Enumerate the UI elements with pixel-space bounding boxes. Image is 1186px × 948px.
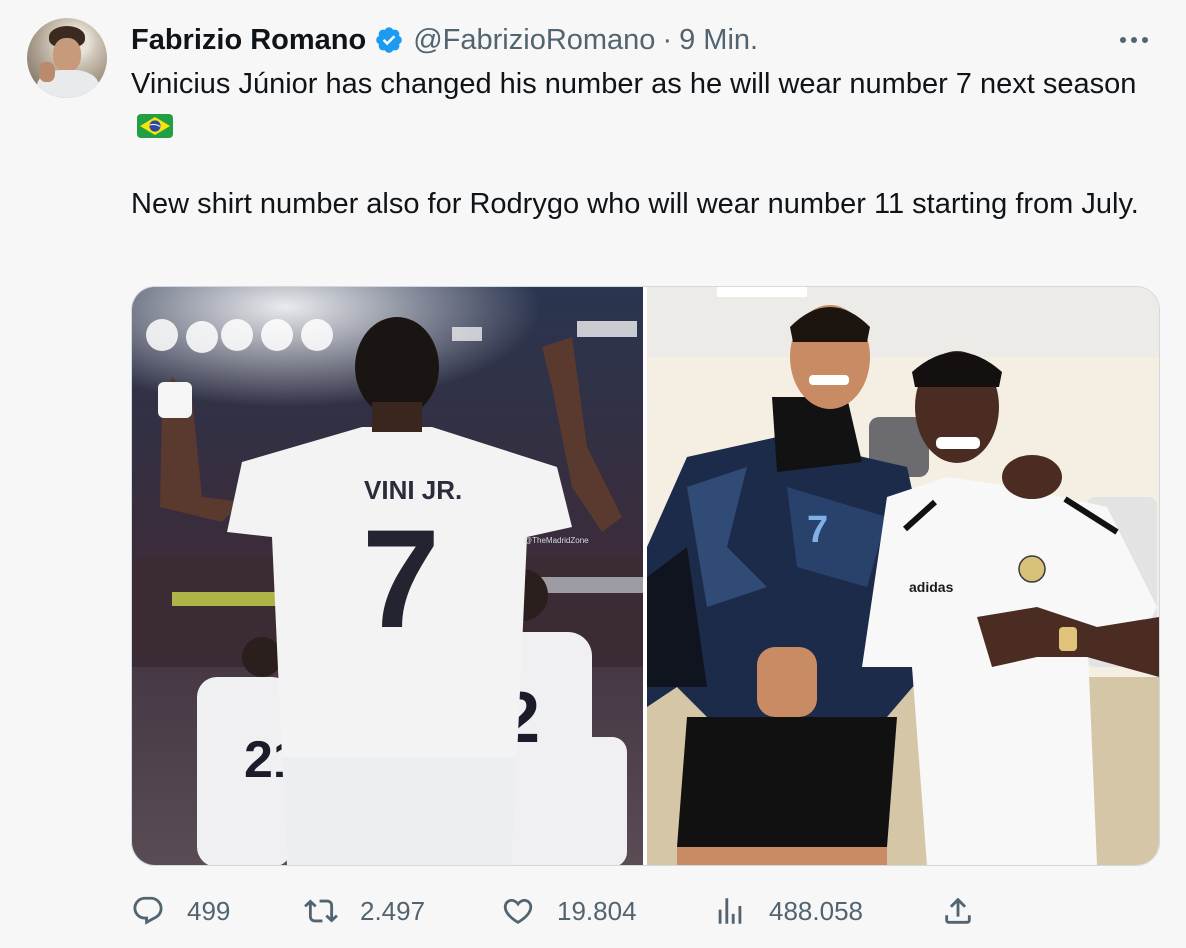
- like-button[interactable]: 19.804: [501, 885, 637, 937]
- tweet-timestamp[interactable]: 9 Min.: [679, 24, 758, 57]
- share-button[interactable]: [941, 885, 975, 937]
- separator-dot: ·: [662, 23, 673, 56]
- author-avatar[interactable]: [27, 18, 107, 98]
- verified-badge-icon[interactable]: [374, 25, 404, 55]
- media-photo-left[interactable]: 21 2 VINI JR. 7 @TheMadridZone: [132, 287, 643, 865]
- tweet-media[interactable]: 21 2 VINI JR. 7 @TheMadridZone 7 adidas: [131, 286, 1160, 866]
- action-bar: 499 2.497 19.804 488.058: [131, 885, 1158, 941]
- author-handle[interactable]: @FabrizioRomano: [413, 24, 655, 57]
- watermark: @TheMadridZone: [524, 536, 589, 545]
- tweet[interactable]: Fabrizio Romano @FabrizioRomano · 9 Min.…: [0, 0, 1186, 948]
- tweet-text: Vinicius Júnior has changed his number a…: [131, 64, 1141, 224]
- more-options-icon[interactable]: [1116, 26, 1152, 54]
- reply-icon: [133, 896, 163, 925]
- tweet-paragraph-2: New shirt number also for Rodrygo who wi…: [131, 188, 1139, 220]
- views-chart-icon: [718, 898, 742, 924]
- jersey-number: 7: [362, 500, 440, 657]
- tweet-header: Fabrizio Romano @FabrizioRomano · 9 Min.: [131, 20, 758, 60]
- share-icon: [945, 897, 971, 924]
- repost-icon: [304, 899, 338, 923]
- views-count: 488.058: [769, 895, 863, 926]
- brazil-flag-icon: [137, 114, 173, 138]
- reply-button[interactable]: 499: [131, 885, 230, 937]
- reply-count: 499: [187, 895, 231, 926]
- heart-icon: [503, 898, 533, 924]
- like-count: 19.804: [557, 895, 637, 926]
- tweet-paragraph-1: Vinicius Júnior has changed his number a…: [131, 68, 1137, 100]
- media-photo-right[interactable]: 7 adidas: [647, 287, 1159, 865]
- right-jersey-number: 7: [807, 509, 828, 551]
- views-button[interactable]: 488.058: [713, 885, 863, 937]
- author-name[interactable]: Fabrizio Romano: [131, 24, 366, 57]
- repost-button[interactable]: 2.497: [304, 885, 425, 937]
- shirt-brand: adidas: [909, 579, 954, 595]
- repost-count: 2.497: [360, 895, 426, 926]
